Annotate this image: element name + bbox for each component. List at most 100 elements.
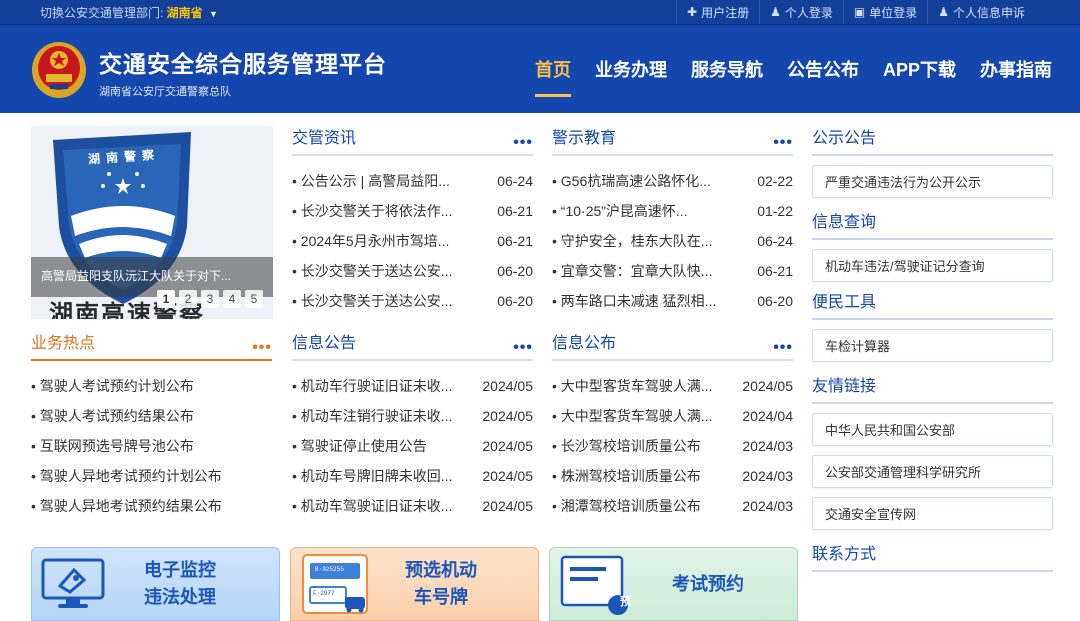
carousel-page-1[interactable]: 1	[157, 290, 175, 308]
news-carousel[interactable]: 湖南警察 湖南高速警察 高警局益阳支队沅江大队关于对下... 1 2 3 4 5	[31, 126, 273, 319]
list-item-text: • 大中型客货车驾驶人满...	[552, 378, 713, 394]
link-box[interactable]: 公安部交通管理科学研究所	[812, 455, 1053, 488]
list-item[interactable]: • 驾驶人异地考试预约结果公布	[31, 491, 272, 521]
list-item[interactable]: • 长沙交警关于送达公安... 06-20	[292, 256, 533, 286]
list-item-text: • 大中型客货车驾驶人满...	[552, 408, 713, 424]
list-item[interactable]: • 湘潭驾校培训质量公布 2024/03	[552, 491, 793, 521]
main-nav: 首页 业务办理 服务导航 公告公布 APP下载 办事指南	[535, 25, 1052, 113]
more-icon[interactable]: •••	[773, 340, 793, 356]
building-icon: ▣	[853, 5, 866, 19]
banner-electronic-monitor[interactable]: 电子监控 违法处理	[31, 547, 280, 621]
department-switch[interactable]: 切换公安交通管理部门: 湖南省 ▼	[40, 4, 218, 21]
banner-exam-booking[interactable]: 预 考试预约	[549, 547, 798, 621]
list-item-date: 2024/05	[482, 498, 533, 514]
section-title[interactable]: 联系方式	[812, 540, 876, 564]
section-title[interactable]: 交管资讯	[292, 124, 356, 148]
list-item-date: 06-20	[497, 293, 533, 309]
nav-business[interactable]: 业务办理	[595, 25, 667, 113]
site-title: 交通安全综合服务管理平台	[99, 51, 387, 77]
nav-home[interactable]: 首页	[535, 25, 571, 113]
list-item-date: 2024/05	[482, 378, 533, 394]
section-xinxi-gonggao: 信息公告 ••• • 机动车行驶证旧证未收... 2024/05 • 机动车注销行驶…	[292, 331, 533, 521]
list-item[interactable]: • 驾驶人考试预约结果公布	[31, 401, 272, 431]
nav-app-download[interactable]: APP下载	[883, 25, 956, 113]
list-item-date: 06-21	[497, 233, 533, 249]
list-item[interactable]: • 机动车注销行驶证未收... 2024/05	[292, 401, 533, 431]
list-item-text: • 湘潭驾校培训质量公布	[552, 498, 701, 514]
top-bar: 切换公安交通管理部门: 湖南省 ▼ ✚ 用户注册 ♟ 个人登录 ▣ 单位登录 ♟ 个人信…	[0, 0, 1080, 25]
nav-service[interactable]: 服务导航	[691, 25, 763, 113]
list-item[interactable]: • 守护安全，桂东大队在... 06-24	[552, 226, 793, 256]
list-item[interactable]: • 大中型客货车驾驶人满... 2024/04	[552, 401, 793, 431]
register-link[interactable]: ✚ 用户注册	[676, 0, 759, 24]
list-item-date: 2024/05	[742, 378, 793, 394]
personal-login-link[interactable]: ♟ 个人登录	[759, 0, 843, 24]
site-subtitle: 湖南省公安厅交通警察总队	[99, 86, 231, 98]
list-item[interactable]: • 株洲驾校培训质量公布 2024/03	[552, 461, 793, 491]
section-title[interactable]: 便民工具	[812, 288, 876, 312]
list-item[interactable]: • 两车路口未减速 猛烈相... 06-20	[552, 286, 793, 316]
list-item[interactable]: • 机动车号牌旧牌未收回... 2024/05	[292, 461, 533, 491]
section-title[interactable]: 警示教育	[552, 124, 616, 148]
nav-guide[interactable]: 办事指南	[980, 25, 1052, 113]
list-item-date: 06-24	[757, 233, 793, 249]
list-item[interactable]: • 2024年5月永州市驾培... 06-21	[292, 226, 533, 256]
carousel-page-3[interactable]: 3	[201, 290, 219, 308]
list-item-text: • 驾驶人考试预约结果公布	[31, 408, 194, 424]
list-item-date: 06-21	[497, 203, 533, 219]
appeal-link[interactable]: ♟ 个人信息申诉	[927, 0, 1035, 24]
list-item[interactable]: • 长沙驾校培训质量公布 2024/03	[552, 431, 793, 461]
police-emblem-icon	[32, 42, 86, 98]
carousel-page-5[interactable]: 5	[245, 290, 263, 308]
link-box[interactable]: 车检计算器	[812, 329, 1053, 362]
banner-line2: 违法处理	[144, 587, 216, 607]
list-item[interactable]: • 机动车行驶证旧证未收... 2024/05	[292, 371, 533, 401]
section-title[interactable]: 业务热点	[31, 329, 95, 353]
list-item-text: • 驾驶人考试预约计划公布	[31, 378, 194, 394]
chevron-down-icon[interactable]: ▼	[209, 9, 218, 19]
more-icon[interactable]: •••	[773, 135, 793, 151]
list-item[interactable]: • G56杭瑞高速公路怀化... 02-22	[552, 166, 793, 196]
list-item[interactable]: • 长沙交警关于将依法作... 06-21	[292, 196, 533, 226]
carousel-page-2[interactable]: 2	[179, 290, 197, 308]
banner-license-plate[interactable]: B·925255 F·2977 预选机动 车号牌	[290, 547, 539, 621]
list-item-text: • 驾驶证停止使用公告	[292, 438, 427, 454]
link-box[interactable]: 机动车违法/驾驶证记分查询	[812, 249, 1053, 282]
list-item[interactable]: • 大中型客货车驾驶人满... 2024/05	[552, 371, 793, 401]
section-jiaoguan: 交管资讯 ••• • 公告公示 | 高警局益阳... 06-24 • 长沙交警关于将…	[292, 126, 533, 316]
list-item[interactable]: • 机动车驾驶证旧证未收... 2024/05	[292, 491, 533, 521]
plate-number-2: F·2977	[313, 590, 335, 597]
list-item[interactable]: • 互联网预选号牌号池公布	[31, 431, 272, 461]
nav-announcements[interactable]: 公告公布	[787, 25, 859, 113]
section-title[interactable]: 公示公告	[812, 124, 876, 148]
list-item[interactable]: • “10·25”沪昆高速怀... 01-22	[552, 196, 793, 226]
carousel-page-4[interactable]: 4	[223, 290, 241, 308]
list-item-text: • 互联网预选号牌号池公布	[31, 438, 194, 454]
section-title[interactable]: 信息公告	[292, 329, 356, 353]
link-box[interactable]: 中华人民共和国公安部	[812, 413, 1053, 446]
list-item[interactable]: • 驾驶证停止使用公告 2024/05	[292, 431, 533, 461]
section-xinxi-gongbu: 信息公布 ••• • 大中型客货车驾驶人满... 2024/05 • 大中型客货车驾…	[552, 331, 793, 521]
list-item[interactable]: • 公告公示 | 高警局益阳... 06-24	[292, 166, 533, 196]
link-box[interactable]: 严重交通违法行为公开公示	[812, 165, 1053, 198]
section-title[interactable]: 信息查询	[812, 208, 876, 232]
list-item-text: • 株洲驾校培训质量公布	[552, 468, 701, 484]
license-plate-icon	[302, 554, 368, 614]
user-icon: ♟	[938, 5, 949, 19]
list-item[interactable]: • 驾驶人考试预约计划公布	[31, 371, 272, 401]
more-icon[interactable]: •••	[513, 340, 533, 356]
unit-login-link[interactable]: ▣ 单位登录	[842, 0, 927, 24]
more-icon[interactable]: •••	[252, 340, 272, 356]
link-box[interactable]: 交通安全宣传网	[812, 497, 1053, 530]
section-title[interactable]: 友情链接	[812, 372, 876, 396]
list-item-text: • 机动车驾驶证旧证未收...	[292, 498, 453, 514]
section-jingshi: 警示教育 ••• • G56杭瑞高速公路怀化... 02-22 • “10·25”沪…	[552, 126, 793, 316]
list-item[interactable]: • 长沙交警关于送达公安... 06-20	[292, 286, 533, 316]
department-province[interactable]: 湖南省	[167, 6, 203, 20]
more-icon[interactable]: •••	[513, 135, 533, 151]
list-item[interactable]: • 驾驶人异地考试预约计划公布	[31, 461, 272, 491]
list-item-date: 06-21	[757, 263, 793, 279]
list-item[interactable]: • 宜章交警：宜章大队快... 06-21	[552, 256, 793, 286]
section-title[interactable]: 信息公布	[552, 329, 616, 353]
list-item-date: 06-20	[757, 293, 793, 309]
